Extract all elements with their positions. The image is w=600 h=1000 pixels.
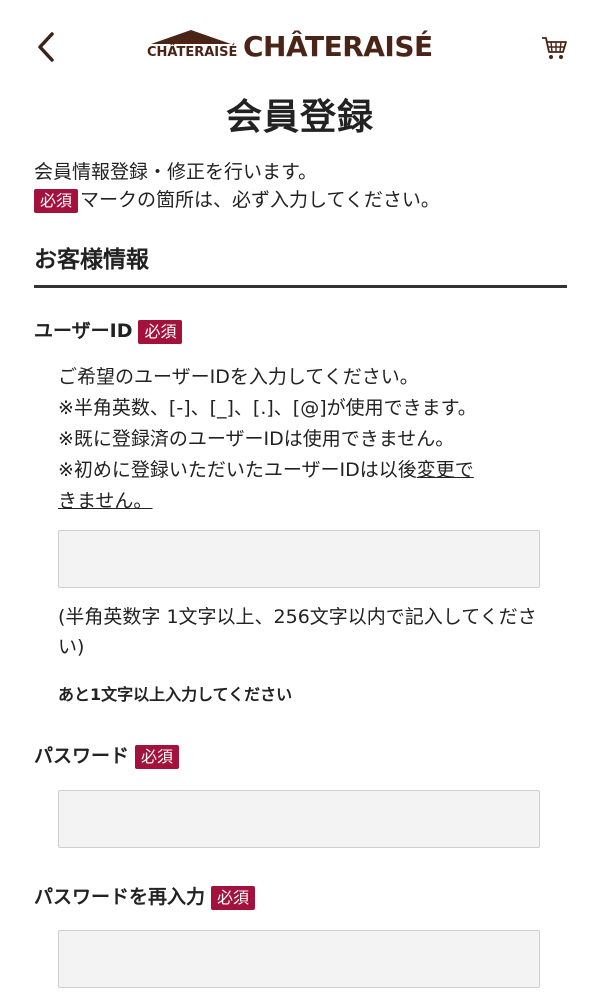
password-required-badge: 必須 [135,744,180,769]
password-label: パスワード 必須 [34,741,180,769]
intro-text: 会員情報登録・修正を行います。 必須 マークの箇所は、必ず入力してください。 [34,158,440,214]
section-divider [34,285,567,288]
user-id-required-badge: 必須 [138,319,183,344]
user-id-note-4-cont: きません。 [58,486,558,517]
roof-icon [151,30,231,44]
user-id-note-3: ※既に登録済のユーザーIDは使用できません。 [58,428,455,450]
cart-button[interactable] [540,34,568,62]
logo-mark: CHÂTERAISÉ [145,26,237,66]
password-confirm-label: パスワードを再入力 必須 [34,882,256,910]
user-id-note-4: ※初めに登録いただいたユーザーIDは以後変更で [58,455,558,486]
user-id-hint: (半角英数字 1文字以上、256文字以内で記入してください) [58,606,537,658]
logo-wordmark: CHÂTERAISÉ [243,30,433,63]
page-title: 会員登録 [225,97,374,138]
user-id-note-4-text: ※初めに登録いただいたユーザーIDは以後 [58,459,417,481]
password-confirm-label-text: パスワードを再入力 [34,886,206,908]
app-header: CHÂTERAISÉ CHÂTERAISÉ [0,0,600,90]
user-id-note-2: ※半角英数、[-]、[_]、[.]、[@]が使用できます。 [58,397,477,419]
cart-icon [542,37,567,59]
intro-line-2: 必須 マークの箇所は、必ず入力してください。 [34,186,440,214]
back-button[interactable] [32,28,66,68]
user-id-note-4-link[interactable]: 変更で [417,459,474,481]
user-id-remaining-message: あと1文字以上入力してください [58,685,293,704]
password-label-text: パスワード [34,745,130,767]
password-input[interactable] [58,790,540,848]
password-confirm-input[interactable] [58,930,540,988]
logo-small-text: CHÂTERAISÉ [147,45,238,60]
intro-line-2-text: マークの箇所は、必ず入力してください。 [80,189,440,211]
password-confirm-required-badge: 必須 [211,885,256,910]
chevron-left-icon [38,32,54,62]
section-title: お客様情報 [34,247,149,273]
required-badge: 必須 [34,188,79,213]
user-id-label-text: ユーザーID [34,320,133,342]
user-id-label: ユーザーID 必須 [34,316,183,344]
brand-logo[interactable]: CHÂTERAISÉ CHÂTERAISÉ [145,26,445,70]
user-id-note-4-link-cont[interactable]: きません。 [58,490,152,512]
user-id-notes: ご希望のユーザーIDを入力してください。 ※半角英数、[-]、[_]、[.]、[… [58,362,558,517]
user-id-input[interactable] [58,530,540,588]
intro-line-1: 会員情報登録・修正を行います。 [34,161,318,183]
user-id-note-1: ご希望のユーザーIDを入力してください。 [58,366,419,388]
